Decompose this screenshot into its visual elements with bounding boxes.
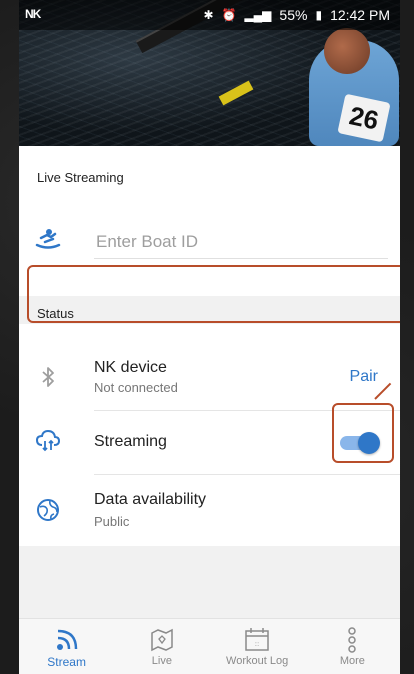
nav-more-label: More [339,655,365,667]
signal-icon: ▂▄▆ [244,8,272,22]
status-bar: NK ✱ ⏰ ▂▄▆ 55% ▮ 12:42 PM [19,0,400,30]
nk-device-title: NK device [94,359,167,376]
nav-more[interactable]: More [305,619,400,674]
cloud-sync-icon [35,429,61,452]
more-vertical-icon [348,627,357,653]
nav-workout-log-label: Workout Log [226,655,289,667]
globe-icon [37,499,59,521]
battery-icon: ▮ [315,8,323,22]
bluetooth-icon [42,367,54,387]
nav-workout-log[interactable]: ::: Workout Log [210,619,305,674]
clock: 12:42 PM [330,7,390,23]
toggle-highlight-box [332,403,394,463]
stream-icon [56,629,77,650]
map-icon [151,628,173,652]
nav-stream[interactable]: Stream [19,619,114,674]
nk-device-row[interactable]: NK device Not connected Pair [19,352,400,410]
carrier-logo: NK [25,7,41,21]
status-bar-right: ✱ ⏰ ▂▄▆ 55% ▮ 12:42 PM [203,7,390,23]
rowing-icon [35,229,61,249]
streaming-title: Streaming [94,433,167,450]
bluetooth-icon: ✱ [203,8,214,22]
nk-device-status: Not connected [94,380,178,395]
svg-text::::: ::: [255,642,260,648]
nav-live[interactable]: Live [114,619,209,674]
data-availability-value: Public [94,514,130,529]
pair-button[interactable]: Pair [350,368,378,386]
data-availability-row[interactable]: Data availability Public [19,475,400,545]
empty-area [19,546,400,618]
alarm-icon: ⏰ [221,8,237,22]
rower-head [324,28,370,74]
nav-stream-label: Stream [47,655,86,669]
live-streaming-heading: Live Streaming [37,170,124,185]
bottom-nav: Stream Live ::: Workout Log More [19,618,400,674]
nav-live-label: Live [151,655,172,667]
boat-id-input[interactable] [94,226,388,259]
battery-percent: 55% [279,7,308,23]
status-highlight-box [27,265,400,323]
data-availability-title: Data availability [94,491,207,508]
phone-screen: 26 NK ✱ ⏰ ▂▄▆ 55% ▮ 12:42 PM Live Stream… [19,0,400,674]
boat-id-row [19,214,400,264]
calendar-icon: ::: [245,628,269,651]
